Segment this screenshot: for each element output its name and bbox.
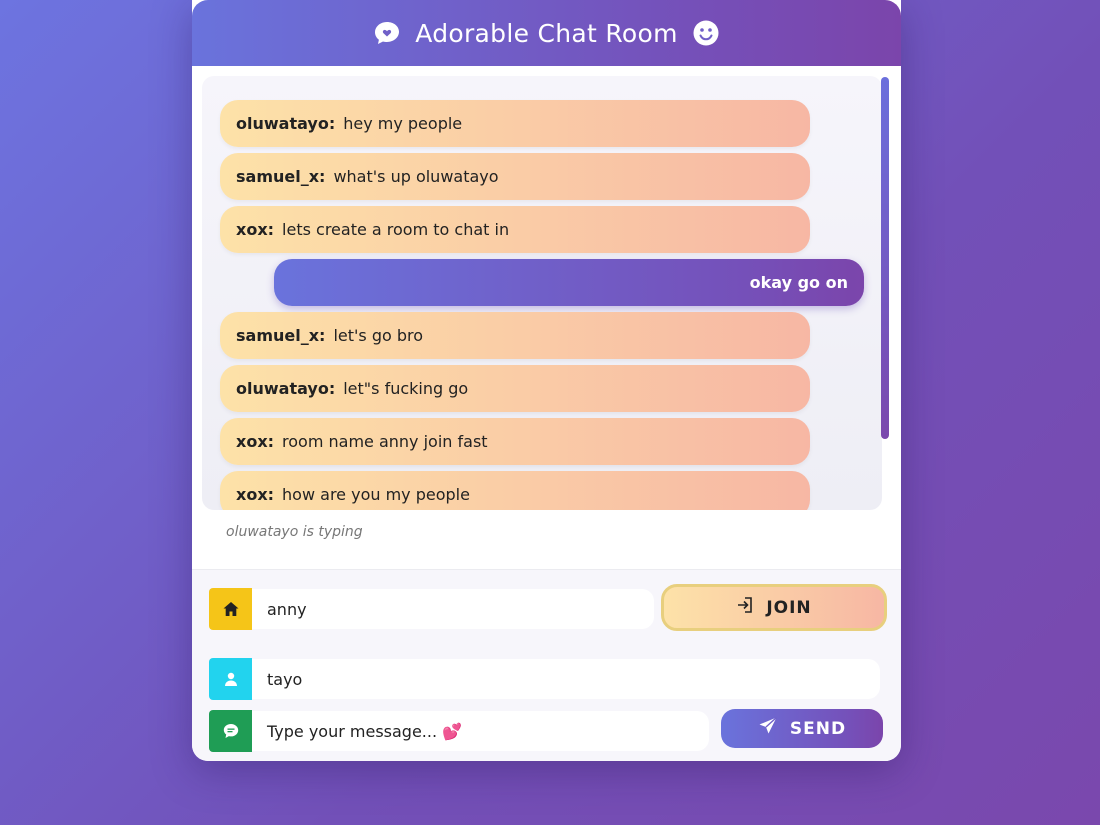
message-item: xox: how are you my people (220, 471, 810, 510)
message-username: xox: (236, 432, 275, 451)
username-input[interactable]: tayo (252, 659, 880, 699)
message-text: okay go on (749, 273, 848, 292)
chat-header: Adorable Chat Room (192, 0, 901, 66)
room-input[interactable]: anny (252, 589, 654, 629)
scrollbar[interactable] (881, 77, 889, 439)
message-text: room name anny join fast (282, 432, 488, 451)
login-icon (736, 596, 754, 619)
send-button-label: SEND (789, 718, 847, 739)
message-username: xox: (236, 485, 275, 504)
message-text: lets create a room to chat in (282, 220, 510, 239)
typing-indicator: oluwatayo is typing (226, 524, 363, 540)
send-icon (758, 716, 778, 741)
speech-bubble-icon (373, 19, 401, 47)
message-list[interactable]: oluwatayo: hey my people samuel_x: what'… (202, 76, 882, 510)
controls-panel: anny JOIN tayo Type your message... 💕 SE… (192, 570, 901, 761)
message-item: oluwatayo: let"s fucking go (220, 365, 810, 412)
username-field: tayo (209, 658, 880, 700)
message-input[interactable]: Type your message... 💕 (252, 711, 709, 751)
message-username: xox: (236, 220, 275, 239)
own-message-item: okay go on (274, 259, 864, 306)
join-button[interactable]: JOIN (661, 584, 887, 631)
user-icon (209, 658, 252, 700)
join-button-label: JOIN (766, 597, 812, 618)
message-item: xox: room name anny join fast (220, 418, 810, 465)
smiley-icon (692, 19, 720, 47)
message-username: oluwatayo: (236, 114, 336, 133)
message-item: samuel_x: what's up oluwatayo (220, 153, 810, 200)
message-item: samuel_x: let's go bro (220, 312, 810, 359)
message-username: samuel_x: (236, 326, 326, 345)
message-username: samuel_x: (236, 167, 326, 186)
chat-card: Adorable Chat Room oluwatayo: hey my peo… (192, 0, 901, 761)
room-field: anny (209, 588, 654, 630)
home-icon (209, 588, 252, 630)
message-field: Type your message... 💕 (209, 710, 709, 752)
send-button[interactable]: SEND (721, 709, 883, 748)
page-title: Adorable Chat Room (415, 18, 678, 48)
message-text: hey my people (343, 114, 463, 133)
message-text: how are you my people (282, 485, 470, 504)
message-item: oluwatayo: hey my people (220, 100, 810, 147)
message-item: xox: lets create a room to chat in (220, 206, 810, 253)
message-text: let"s fucking go (343, 379, 469, 398)
message-text: what's up oluwatayo (333, 167, 499, 186)
message-text: let's go bro (333, 326, 424, 345)
chat-icon (209, 710, 252, 752)
message-username: oluwatayo: (236, 379, 336, 398)
